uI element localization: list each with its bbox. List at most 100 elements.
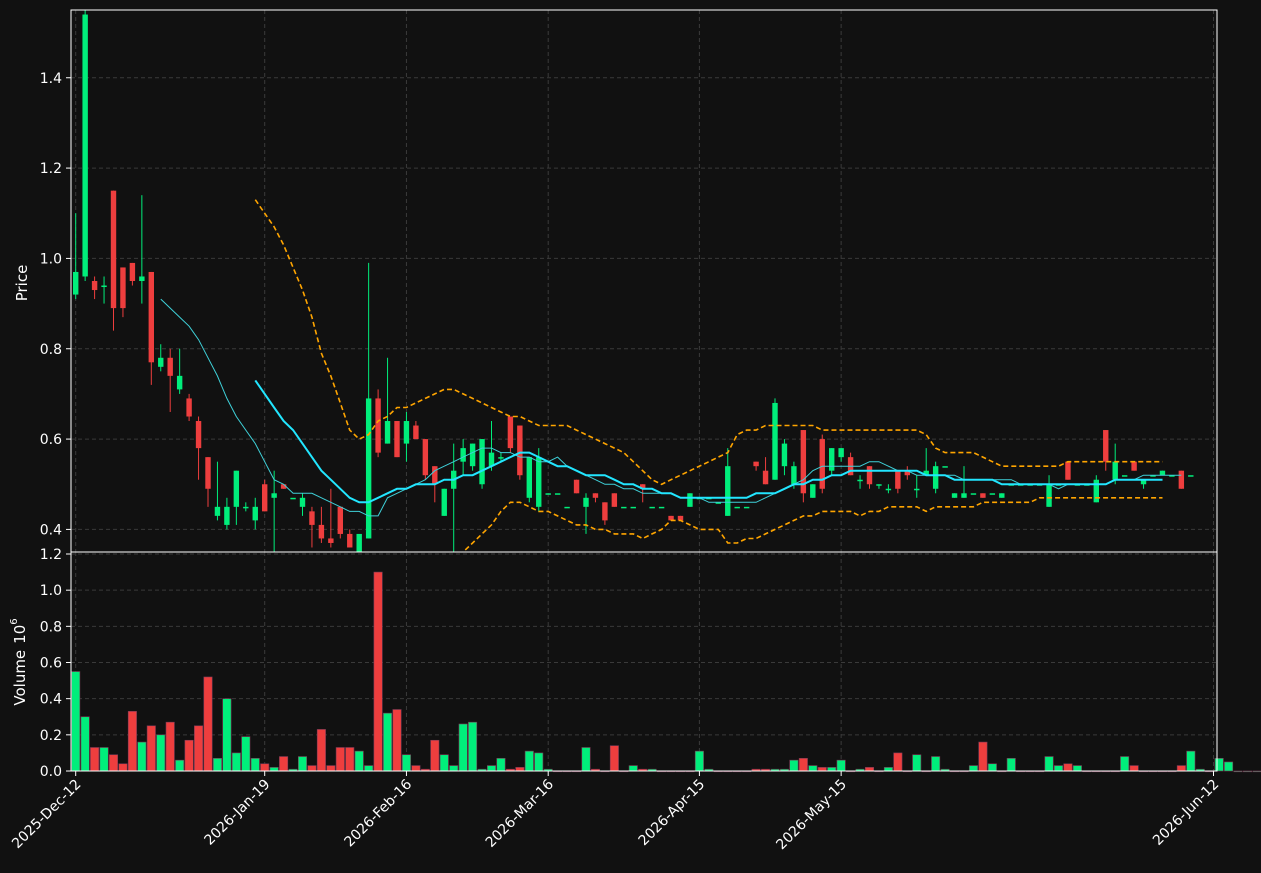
volume-bar [146, 725, 156, 772]
candle-body-down [167, 357, 173, 376]
volume-bar [1120, 756, 1130, 772]
price-axis-label: Price [13, 265, 31, 302]
volume-bar [968, 765, 978, 772]
volume-bar [392, 709, 402, 772]
volume-bar [127, 711, 137, 772]
volume-y-tick-label: 0.8 [40, 619, 62, 635]
candle-body-up [82, 14, 88, 277]
volume-bar [137, 741, 147, 772]
candle-body-up [649, 506, 655, 509]
volume-bar [789, 759, 799, 772]
volume-bar [279, 756, 289, 772]
volume-bar [1252, 770, 1261, 773]
candle-body-up [781, 443, 788, 467]
volume-bar [931, 756, 941, 772]
volume-bar [269, 767, 279, 772]
candle-body-down [507, 416, 514, 449]
candle-body-up [1093, 479, 1099, 503]
price-y-tick-label: 0.4 [40, 522, 62, 538]
candle-body-down [1178, 470, 1185, 489]
candle-body-up [810, 484, 816, 498]
candle-body-up [214, 506, 221, 516]
volume-bar [430, 739, 440, 772]
volume-bar [515, 767, 525, 772]
volume-bar [581, 747, 591, 772]
candle-body-up [630, 506, 636, 509]
volume-bar [694, 750, 704, 772]
candle-body-down [432, 466, 438, 485]
volume-bar [165, 721, 175, 772]
candle-body-up [384, 421, 391, 444]
volume-bar [250, 758, 260, 772]
candle-body-up [101, 285, 107, 288]
volume-axis-label-text: Volume [11, 650, 29, 706]
stock-chart: 0.40.60.81.01.21.40.00.20.40.60.81.01.22… [0, 0, 1261, 873]
volume-bar [1044, 756, 1054, 772]
volume-bar [401, 754, 411, 772]
price-y-tick-label: 1.2 [40, 161, 62, 177]
candle-body-up [970, 493, 977, 495]
candle-body-down [762, 470, 769, 485]
candle-body-down [347, 533, 353, 548]
candle-body-down [328, 538, 334, 543]
candle-body-up [564, 506, 570, 509]
volume-bar [156, 734, 166, 772]
candle-body-down [819, 439, 825, 489]
volume-bar [524, 750, 534, 772]
volume-bar [628, 765, 638, 772]
candle-body-up [1159, 470, 1166, 476]
candle-body-up [914, 488, 920, 491]
candle-body-up [545, 493, 551, 495]
volume-bar [335, 747, 345, 772]
candle-body-down [1103, 430, 1109, 462]
volume-bar [90, 747, 100, 772]
candle-body-up [224, 506, 230, 525]
candle-body-down [129, 262, 136, 281]
volume-bar [987, 763, 997, 772]
candle-body-down [1131, 461, 1137, 471]
volume-bar [534, 752, 544, 772]
candle-body-up [252, 506, 258, 521]
volume-y-tick-label: 0.2 [40, 728, 62, 744]
candle-body-down [120, 267, 126, 309]
volume-y-tick-label: 1.2 [40, 547, 62, 563]
volume-bar [109, 754, 119, 772]
candle-body-down [895, 470, 901, 489]
volume-bar [1054, 765, 1064, 772]
candle-body-down [148, 271, 154, 363]
candle-body-down [195, 421, 202, 449]
candle-body-up [158, 357, 164, 367]
volume-bar [212, 758, 222, 772]
candle-body-up [857, 479, 863, 482]
candle-body-up [441, 488, 447, 516]
volume-bar [1243, 770, 1253, 773]
candle-body-up [1046, 484, 1052, 507]
volume-bar [411, 765, 421, 772]
volume-bar [609, 745, 619, 772]
volume-bar [71, 671, 81, 772]
candle-body-up [989, 493, 996, 495]
candle-body-up [1121, 475, 1128, 477]
price-y-tick-label: 0.8 [40, 342, 62, 358]
volume-bar [836, 759, 846, 772]
volume-bar [893, 752, 903, 772]
volume-bar [1006, 758, 1016, 772]
candle-body-down [422, 439, 429, 476]
volume-bar [99, 747, 109, 772]
volume-y-tick-label: 0.4 [40, 692, 62, 708]
volume-bar [468, 721, 478, 772]
volume-bar [118, 763, 128, 772]
volume-bar [1224, 761, 1234, 772]
volume-bar [345, 747, 355, 772]
volume-axis-exponent: 6 [9, 618, 20, 624]
volume-y-tick-label: 0.6 [40, 656, 62, 672]
candle-body-up [488, 452, 495, 467]
volume-bar [978, 741, 988, 772]
candle-body-up [356, 533, 362, 552]
volume-bar [260, 763, 270, 772]
candle-body-up [772, 402, 778, 480]
volume-bar [1186, 750, 1196, 772]
volume-bar [316, 729, 326, 772]
candle-body-down [91, 281, 98, 291]
volume-bar [883, 767, 893, 772]
